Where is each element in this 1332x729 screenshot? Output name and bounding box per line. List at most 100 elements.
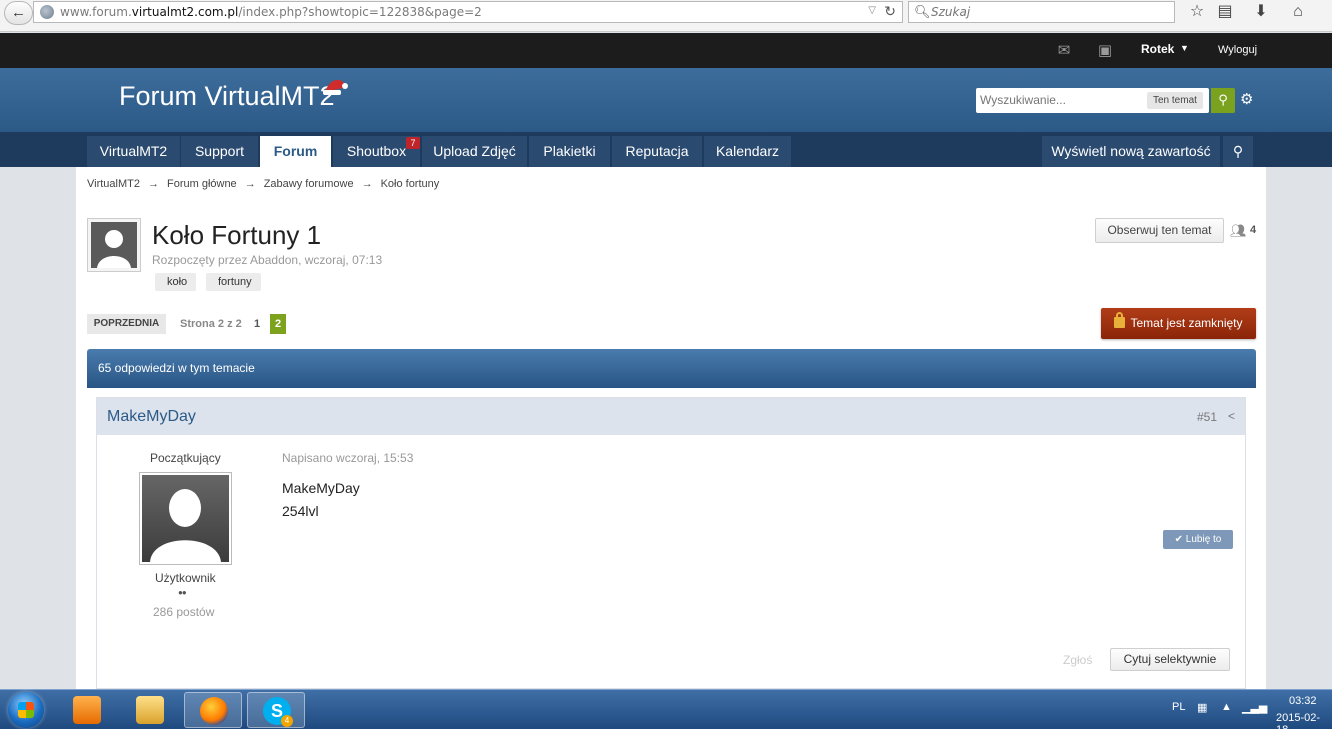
taskbar-explorer[interactable] xyxy=(121,692,179,728)
gear-icon[interactable]: ⚙ xyxy=(1240,90,1253,108)
taskbar-media-player[interactable] xyxy=(58,692,116,728)
folder-icon xyxy=(136,696,164,724)
map-pin-icon[interactable]: ⚲ xyxy=(1223,136,1253,167)
post-content-line: 254lvl xyxy=(282,503,319,519)
skype-badge: 4 xyxy=(281,715,293,727)
topic-closed-label: Temat jest zamknięty xyxy=(1130,316,1243,330)
author-avatar[interactable] xyxy=(139,472,232,565)
rank-pips: ●● xyxy=(178,588,187,597)
show-hidden-icons-icon[interactable]: ▲ xyxy=(1221,701,1232,713)
default-avatar-icon xyxy=(142,475,229,562)
tag[interactable]: koło xyxy=(155,273,197,291)
browser-search-input[interactable] xyxy=(931,5,1161,19)
user-rank-title: Początkujący xyxy=(150,451,221,465)
breadcrumb-separator: → xyxy=(361,178,373,190)
nav-item-support[interactable]: Support xyxy=(181,136,258,167)
followers-count: 4 xyxy=(1250,224,1257,236)
nav-item-reputacja[interactable]: Reputacja xyxy=(612,136,702,167)
nav-item-upload[interactable]: Upload Zdjęć xyxy=(422,136,527,167)
media-player-icon xyxy=(73,696,101,724)
lock-icon xyxy=(1114,312,1126,328)
topic-meta: Rozpoczęty przez Abaddon, wczoraj, 07:13 xyxy=(152,253,383,267)
url-text: www.forum.virtualmt2.com.pl/index.php?sh… xyxy=(60,5,482,19)
main-content: VirtualMT2 → Forum główne → Zabawy forumowe →… xyxy=(76,167,1266,689)
nav-item-kalendarz[interactable]: Kalendarz xyxy=(704,136,791,167)
nav-item-plakietki[interactable]: Plakietki xyxy=(529,136,610,167)
like-label: Lubię to xyxy=(1185,534,1222,545)
breadcrumb-item[interactable]: VirtualMT2 xyxy=(87,178,140,190)
user-group: Użytkownik xyxy=(155,571,216,585)
share-icon[interactable]: < xyxy=(1228,409,1235,423)
caret-down-icon[interactable]: ▼ xyxy=(1180,43,1189,53)
post-content-line: MakeMyDay xyxy=(282,480,360,496)
taskbar-firefox[interactable] xyxy=(184,692,242,728)
keyboard-icon[interactable]: ▦ xyxy=(1197,701,1207,714)
search-icon: 🔍︎ xyxy=(914,4,931,19)
post-author-link[interactable]: MakeMyDay xyxy=(107,408,196,426)
download-icon[interactable]: ⬇ xyxy=(1248,1,1274,23)
like-button[interactable]: ✔ Lubię to xyxy=(1163,530,1233,549)
report-link[interactable]: Zgłoś xyxy=(1063,653,1092,667)
nav-item-virtualmt2[interactable]: VirtualMT2 xyxy=(87,136,180,167)
topic-closed-button[interactable]: Temat jest zamknięty xyxy=(1101,308,1256,339)
santa-hat-icon xyxy=(323,79,348,95)
network-signal-icon[interactable]: ▁▃▅ xyxy=(1242,701,1267,714)
breadcrumb-item[interactable]: Zabawy forumowe xyxy=(264,178,354,190)
post: MakeMyDay #51 < Początkujący Użytkownik … xyxy=(96,397,1246,689)
followers-icon: 👥︎ xyxy=(1230,223,1247,238)
globe-icon xyxy=(40,5,54,19)
search-icon: ⚲ xyxy=(1218,92,1228,107)
breadcrumb-separator: → xyxy=(147,178,159,190)
firefox-icon xyxy=(200,697,228,725)
user-menu[interactable]: Rotek xyxy=(1141,42,1174,56)
taskbar-skype[interactable]: S 4 xyxy=(247,692,305,728)
forum-search-input[interactable] xyxy=(980,93,1140,107)
address-bar[interactable]: www.forum.virtualmt2.com.pl/index.php?sh… xyxy=(33,1,903,23)
previous-page-button[interactable]: POPRZEDNIA xyxy=(87,314,166,334)
user-post-count: 286 postów xyxy=(153,605,215,619)
page-link-1[interactable]: 1 xyxy=(254,318,260,330)
logout-link[interactable]: Wyloguj xyxy=(1218,44,1257,56)
breadcrumb-item[interactable]: Koło fortuny xyxy=(381,178,440,190)
clock-date[interactable]: 2015-02-18 xyxy=(1276,712,1332,729)
language-indicator[interactable]: PL xyxy=(1172,701,1185,713)
tag[interactable]: fortuny xyxy=(206,273,261,291)
url-dropdown-icon[interactable]: ▽ xyxy=(868,5,876,16)
selective-quote-button[interactable]: Cytuj selektywnie xyxy=(1110,648,1230,671)
browser-toolbar: ← www.forum.virtualmt2.com.pl/index.php?… xyxy=(0,0,1332,32)
user-bar: ✉ ▣ Rotek ▼ Wyloguj xyxy=(0,33,1332,68)
site-logo[interactable]: Forum VirtualMT2 xyxy=(119,81,335,112)
replies-count-bar: 65 odpowiedzi w tym temacie xyxy=(87,349,1256,388)
bookmark-star-icon[interactable]: ☆ xyxy=(1184,1,1210,23)
view-new-content-link[interactable]: Wyświetl nową zawartość xyxy=(1042,136,1220,167)
breadcrumb: VirtualMT2 → Forum główne → Zabawy forumowe →… xyxy=(87,178,439,190)
site-header: Forum VirtualMT2 Ten temat ⚲ ⚙ xyxy=(0,68,1332,132)
home-icon[interactable]: ⌂ xyxy=(1285,1,1311,23)
post-date: Napisano wczoraj, 15:53 xyxy=(282,451,414,465)
page-title: Koło Fortuny 1 xyxy=(152,220,322,250)
reload-icon[interactable]: ↻ xyxy=(884,3,896,20)
follow-topic-button[interactable]: Obserwuj ten temat xyxy=(1095,218,1224,243)
check-icon: ✔ xyxy=(1174,534,1183,545)
search-scope-toggle[interactable]: Ten temat xyxy=(1147,92,1203,109)
main-navigation: VirtualMT2 Support Forum Shoutbox Upload… xyxy=(0,132,1332,167)
forum-search-box[interactable]: Ten temat xyxy=(976,88,1209,113)
start-button[interactable] xyxy=(8,692,44,728)
post-body xyxy=(97,435,1245,688)
page-indicator: Strona 2 z 2 xyxy=(180,318,242,330)
default-avatar-icon xyxy=(91,222,137,268)
topic-starter-avatar[interactable] xyxy=(87,218,141,272)
shoutbox-badge: 7 xyxy=(406,137,420,149)
back-arrow-icon[interactable]: ← xyxy=(4,1,33,25)
breadcrumb-item[interactable]: Forum główne xyxy=(167,178,237,190)
bookmarks-list-icon[interactable]: ▤ xyxy=(1212,1,1238,23)
nav-item-forum[interactable]: Forum xyxy=(260,136,331,167)
post-number-link[interactable]: #51 xyxy=(1197,410,1217,424)
notifications-icon[interactable]: ▣ xyxy=(1095,41,1115,59)
clock-time[interactable]: 03:32 xyxy=(1289,695,1317,707)
breadcrumb-separator: → xyxy=(244,178,256,190)
browser-search-box[interactable]: 🔍︎ xyxy=(908,1,1175,23)
messages-envelope-icon[interactable]: ✉ xyxy=(1054,41,1074,59)
search-button[interactable]: ⚲ xyxy=(1211,88,1235,113)
page-link-current[interactable]: 2 xyxy=(270,314,286,334)
